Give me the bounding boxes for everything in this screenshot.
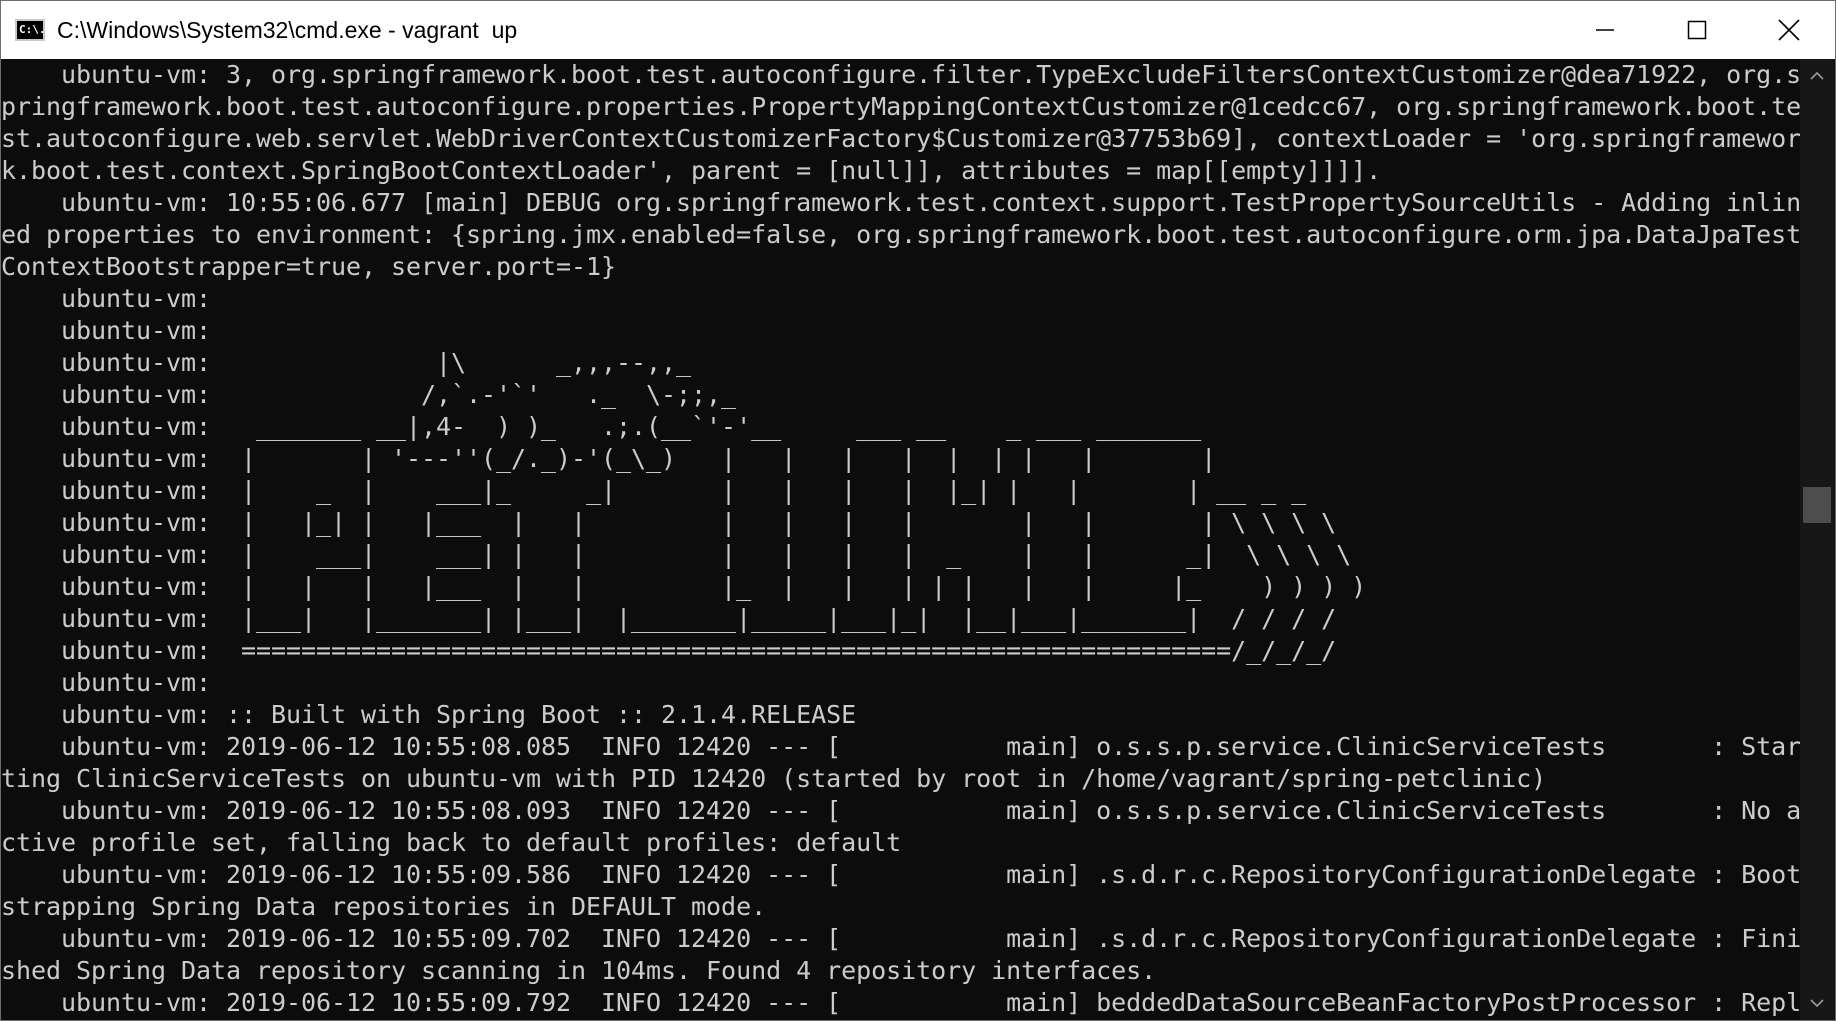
console-line: ubuntu-vm: |\ _,,,--,,_ <box>1 348 692 377</box>
scroll-up-button[interactable] <box>1800 59 1834 93</box>
vertical-scrollbar[interactable] <box>1800 59 1834 1020</box>
minimize-icon <box>1596 29 1614 31</box>
console-line: ubuntu-vm: |___| |_______| |___| |______… <box>1 604 1337 633</box>
maximize-button[interactable] <box>1651 1 1743 59</box>
console-line: st.autoconfigure.web.servlet.WebDriverCo… <box>1 124 1801 153</box>
maximize-icon <box>1687 20 1707 40</box>
console-line: pringframework.boot.test.autoconfigure.p… <box>1 92 1801 121</box>
console-line: ubuntu-vm: 2019-06-12 10:55:09.586 INFO … <box>1 860 1801 889</box>
close-icon <box>1778 19 1800 41</box>
close-button[interactable] <box>1743 1 1835 59</box>
console-line: ubuntu-vm: 2019-06-12 10:55:09.792 INFO … <box>1 988 1801 1017</box>
console-line: ubuntu-vm: | |_| | |___ | | | | | | | | … <box>1 508 1337 537</box>
minimize-button[interactable] <box>1559 1 1651 59</box>
console-line: ubuntu-vm: :: Built with Spring Boot :: … <box>1 700 857 729</box>
scrollbar-thumb[interactable] <box>1803 487 1831 524</box>
console-line: strapping Spring Data repositories in DE… <box>1 892 767 921</box>
console-line: ed properties to environment: {spring.jm… <box>1 220 1801 249</box>
console-line: shed Spring Data repository scanning in … <box>1 956 1157 985</box>
cmd-app-icon[interactable]: C:\. <box>15 19 46 41</box>
console-line: ubuntu-vm: | | '---''(_/._)-'(_\_) | | |… <box>1 444 1217 473</box>
console-line: ubuntu-vm: 2019-06-12 10:55:08.093 INFO … <box>1 796 1801 825</box>
console-line: ubuntu-vm: | _ | ___|_ _| | | | | |_| | … <box>1 476 1307 505</box>
console-line: ubuntu-vm: | | | |___ | | |_ | | | | | |… <box>1 572 1367 601</box>
console-line: ubuntu-vm: 3, org.springframework.boot.t… <box>1 60 1801 89</box>
console-line: ubuntu-vm: <box>1 316 212 345</box>
chevron-down-icon <box>1810 999 1824 1008</box>
chevron-up-icon <box>1810 71 1824 80</box>
console-text: ubuntu-vm: 3, org.springframework.boot.t… <box>1 59 1801 1019</box>
console-window: C:\. C:\Windows\System32\cmd.exe - vagra… <box>0 0 1836 1021</box>
console-line: ctive profile set, falling back to defau… <box>1 828 902 857</box>
console-line: ContextBootstrapper=true, server.port=-1… <box>1 252 617 281</box>
console-line: ubuntu-vm: /,`.-'`' ._ \-;;,_ <box>1 380 737 409</box>
console-line: ubuntu-vm: 2019-06-12 10:55:09.702 INFO … <box>1 924 1801 953</box>
console-line: ubuntu-vm: 10:55:06.677 [main] DEBUG org… <box>1 188 1801 217</box>
console-line: k.boot.test.context.SpringBootContextLoa… <box>1 156 1382 185</box>
console-line: ubuntu-vm: =============================… <box>1 636 1337 665</box>
window-controls <box>1559 1 1835 59</box>
scroll-down-button[interactable] <box>1800 986 1834 1020</box>
console-line: ting ClinicServiceTests on ubuntu-vm wit… <box>1 764 1547 793</box>
console-line: ubuntu-vm: | ___| ___| | | | | | | _ | |… <box>1 540 1352 569</box>
console-line: ubuntu-vm: 2019-06-12 10:55:08.085 INFO … <box>1 732 1801 761</box>
console-output[interactable]: ubuntu-vm: 3, org.springframework.boot.t… <box>1 59 1801 1020</box>
console-line: ubuntu-vm: <box>1 284 212 313</box>
title-bar[interactable]: C:\. C:\Windows\System32\cmd.exe - vagra… <box>1 1 1835 59</box>
window-title: C:\Windows\System32\cmd.exe - vagrant up <box>57 16 518 43</box>
console-line: ubuntu-vm: <box>1 668 212 697</box>
console-line: ubuntu-vm: _______ __|,4- ) )_ .;.(__`'-… <box>1 412 1202 441</box>
